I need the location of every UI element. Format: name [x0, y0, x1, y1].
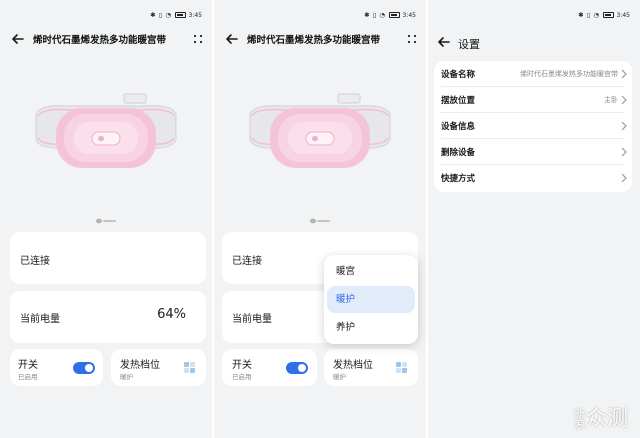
settings-row-label: 设备名称	[441, 70, 476, 80]
power-toggle[interactable]	[286, 362, 308, 374]
status-time: 3:45	[188, 11, 202, 19]
heat-level-label: 发热档位	[120, 360, 160, 371]
device-panel-menu: ✱ ▯ ◔ 3:45 烯时代石墨烯发热多功能暖宫带 已连接 当前电量 开关 已启…	[214, 0, 426, 438]
watermark-text: 众测	[586, 406, 628, 430]
back-arrow-icon[interactable]	[10, 31, 26, 47]
watermark-line2: 浪	[574, 418, 585, 431]
switch-status: 已启用	[18, 373, 38, 381]
heat-level-label: 发热档位	[333, 360, 373, 371]
switch-label: 开关	[232, 360, 252, 371]
status-time: 3:45	[616, 11, 630, 19]
heat-level-card[interactable]: 发热档位 暖护	[111, 349, 206, 386]
heat-level-card[interactable]: 发热档位 暖护	[324, 349, 418, 386]
status-time: 3:45	[402, 11, 416, 19]
back-arrow-icon[interactable]	[224, 31, 240, 47]
more-icon[interactable]	[192, 32, 204, 46]
chevron-right-icon	[621, 147, 627, 157]
device-image	[35, 93, 177, 168]
status-icons: ✱ ▯ ◔	[150, 11, 172, 19]
battery-icon	[174, 12, 186, 18]
status-icons: ✱ ▯ ◔	[578, 11, 600, 19]
more-icon[interactable]	[406, 32, 418, 46]
settings-row-value: 主卧	[604, 96, 618, 104]
heat-level-value: 暖护	[333, 373, 346, 381]
top-bar: 烯时代石墨烯发热多功能暖宫带	[0, 28, 212, 50]
status-icons: ✱ ▯ ◔	[364, 11, 386, 19]
brand-logo	[310, 218, 330, 224]
page-title: 烯时代石墨烯发热多功能暖宫带	[247, 35, 381, 46]
connection-status: 已连接	[20, 256, 50, 267]
status-bar: ✱ ▯ ◔ 3:45	[578, 9, 630, 21]
chevron-right-icon	[621, 121, 627, 131]
top-bar: 设置	[428, 31, 640, 53]
settings-row-value: 烯时代石墨烯发热多功能暖宫带	[520, 70, 618, 78]
settings-row-shortcut[interactable]: 快捷方式	[434, 165, 632, 191]
settings-row-location[interactable]: 摆放位置 主卧	[434, 87, 632, 113]
settings-row-label: 设备信息	[441, 122, 476, 132]
battery-card: 当前电量 64%	[10, 291, 206, 343]
status-bar: ✱ ▯ ◔ 3:45	[364, 9, 416, 21]
heat-level-value: 暖护	[120, 373, 133, 381]
power-toggle[interactable]	[73, 362, 95, 374]
heat-option-3[interactable]: 养护	[327, 314, 415, 341]
back-arrow-icon[interactable]	[436, 34, 452, 50]
connection-card: 已连接	[10, 232, 206, 284]
status-bar: ✱ ▯ ◔ 3:45	[150, 9, 202, 21]
switch-card[interactable]: 开关 已启用	[10, 349, 103, 386]
chevron-right-icon	[621, 95, 627, 105]
battery-icon	[388, 12, 400, 18]
switch-status: 已启用	[232, 373, 252, 381]
settings-list: 设备名称 烯时代石墨烯发热多功能暖宫带 摆放位置 主卧 设备信息 删除设备 快捷…	[434, 61, 632, 192]
connection-status: 已连接	[232, 256, 262, 267]
battery-value: 64%	[157, 307, 186, 322]
switch-label: 开关	[18, 360, 38, 371]
settings-row-label: 摆放位置	[441, 96, 476, 106]
top-bar: 烯时代石墨烯发热多功能暖宫带	[214, 28, 426, 50]
settings-row-delete-device[interactable]: 删除设备	[434, 139, 632, 165]
grid-icon[interactable]	[184, 362, 195, 373]
grid-icon[interactable]	[396, 362, 407, 373]
settings-row-label: 快捷方式	[441, 174, 476, 184]
heat-option-2-selected[interactable]: 暖护	[327, 286, 415, 313]
battery-icon	[602, 12, 614, 18]
settings-title: 设置	[458, 38, 480, 51]
battery-label: 当前电量	[232, 314, 272, 325]
watermark: 新浪众测	[574, 402, 628, 432]
page-title: 烯时代石墨烯发热多功能暖宫带	[33, 35, 167, 46]
heat-level-menu: 暖宫 暖护 养护	[324, 255, 418, 344]
chevron-right-icon	[621, 69, 627, 79]
device-panel-main: ✱ ▯ ◔ 3:45 烯时代石墨烯发热多功能暖宫带 已连接 当前电量 64% 开…	[0, 0, 212, 438]
switch-card[interactable]: 开关 已启用	[222, 349, 317, 386]
device-image	[249, 93, 391, 168]
settings-row-device-info[interactable]: 设备信息	[434, 113, 632, 139]
battery-label: 当前电量	[20, 314, 60, 325]
heat-option-1[interactable]: 暖宫	[327, 258, 415, 285]
chevron-right-icon	[621, 173, 627, 183]
settings-row-label: 删除设备	[441, 148, 476, 158]
settings-row-device-name[interactable]: 设备名称 烯时代石墨烯发热多功能暖宫带	[434, 61, 632, 87]
brand-logo	[96, 218, 116, 224]
